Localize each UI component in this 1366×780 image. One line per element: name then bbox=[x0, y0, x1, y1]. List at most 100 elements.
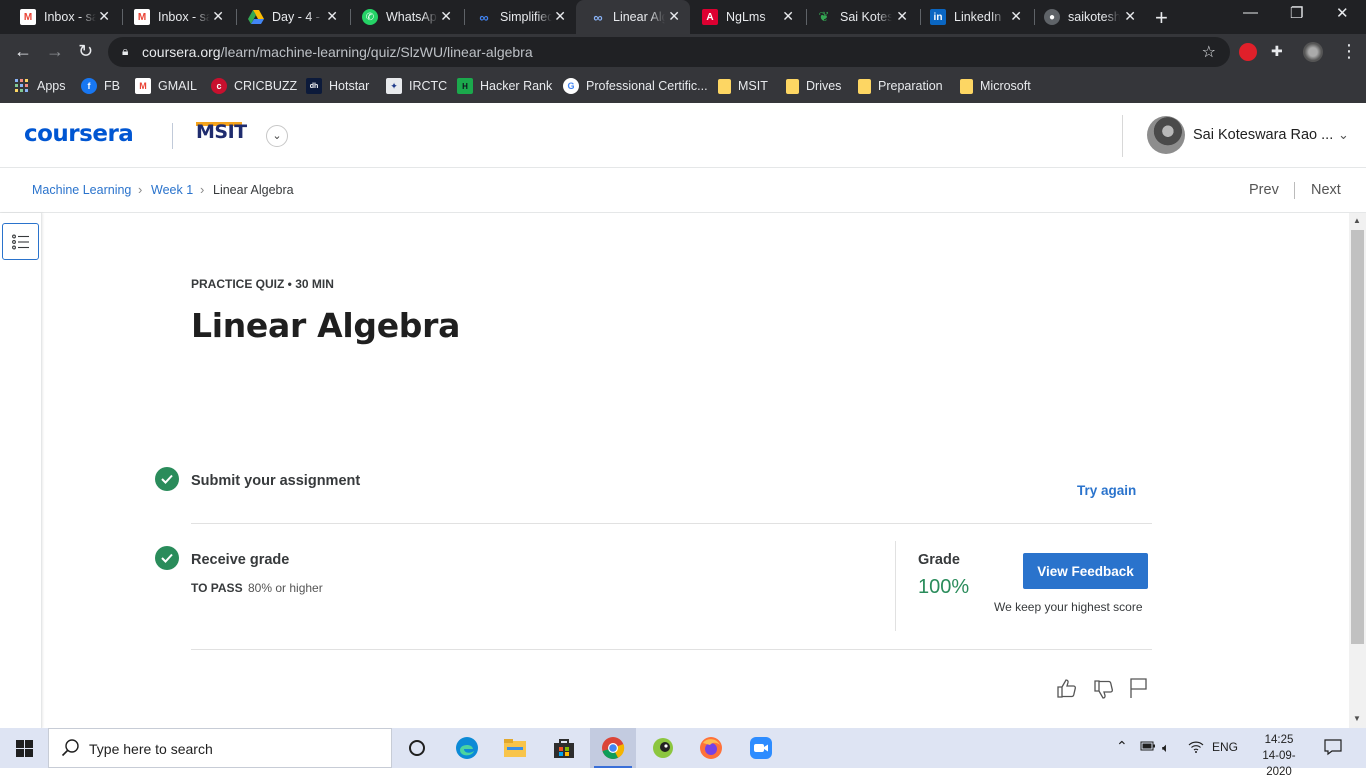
close-icon[interactable]: ✕ bbox=[896, 8, 908, 25]
scroll-down-arrow-icon[interactable]: ▼ bbox=[1353, 714, 1361, 723]
cortana-icon[interactable] bbox=[405, 736, 429, 760]
browser-tab[interactable]: A NgLms ✕ bbox=[690, 0, 804, 34]
bookmark-hackerrank[interactable]: H Hacker Rank bbox=[457, 77, 552, 95]
angular-icon: A bbox=[702, 9, 718, 25]
bookmark-star-icon[interactable]: ☆ bbox=[1202, 42, 1216, 62]
bookmark-folder-preparation[interactable]: Preparation bbox=[858, 77, 943, 95]
prev-link[interactable]: Prev bbox=[1249, 182, 1279, 198]
close-icon[interactable]: ✕ bbox=[668, 8, 680, 25]
scrollbar-thumb[interactable] bbox=[1351, 230, 1364, 644]
browser-tab[interactable]: in LinkedIn ✕ bbox=[918, 0, 1032, 34]
new-tab-button[interactable]: + bbox=[1155, 5, 1168, 31]
close-icon[interactable]: ✕ bbox=[212, 8, 224, 25]
zoom-icon[interactable] bbox=[749, 736, 773, 760]
close-icon[interactable]: ✕ bbox=[440, 8, 452, 25]
menu-icon[interactable]: ⋮ bbox=[1340, 41, 1358, 62]
browser-tab-active[interactable]: ∞ Linear Alg ✕ bbox=[576, 0, 690, 34]
bookmark-cricbuzz[interactable]: c CRICBUZZ bbox=[211, 77, 297, 95]
avatar[interactable] bbox=[1147, 116, 1185, 154]
scroll-up-arrow-icon[interactable]: ▲ bbox=[1353, 216, 1361, 225]
taskbar-clock[interactable]: 14:25 14-09-2020 bbox=[1250, 732, 1308, 780]
bookmark-label: Hotstar bbox=[329, 79, 370, 93]
browser-tab[interactable]: ❦ Sai Kotes ✕ bbox=[804, 0, 918, 34]
close-icon[interactable]: ✕ bbox=[326, 8, 338, 25]
firefox-icon[interactable] bbox=[699, 736, 723, 760]
window-close-button[interactable]: ✕ bbox=[1336, 4, 1349, 22]
browser-tab[interactable]: M Inbox - sa ✕ bbox=[114, 0, 234, 34]
bookmark-label: Preparation bbox=[878, 79, 943, 93]
bookmark-label: Apps bbox=[37, 79, 66, 93]
back-button[interactable]: ← bbox=[14, 41, 32, 62]
bookmark-professional-certificate[interactable]: G Professional Certific... bbox=[563, 77, 708, 95]
edge-icon[interactable] bbox=[455, 736, 479, 760]
chevron-down-icon[interactable]: ⌄ bbox=[1338, 127, 1349, 143]
coursera-logo[interactable]: coursera bbox=[24, 121, 134, 147]
bookmark-folder-microsoft[interactable]: Microsoft bbox=[960, 77, 1031, 95]
browser-tab[interactable]: ∞ Simplified ✕ bbox=[456, 0, 576, 34]
close-icon[interactable]: ✕ bbox=[1010, 8, 1022, 25]
address-bar[interactable]: 🔒︎ coursera.org/learn/machine-learning/q… bbox=[108, 37, 1230, 67]
flag-icon[interactable] bbox=[1129, 677, 1149, 704]
site-header: coursera MSIT ⌄ Sai Koteswara Rao ... ⌄ bbox=[0, 103, 1366, 168]
notification-icon[interactable] bbox=[1324, 738, 1342, 759]
browser-tab[interactable]: Day - 4 - ✕ bbox=[228, 0, 348, 34]
taskbar-search-input[interactable]: Type here to search bbox=[48, 728, 392, 768]
store-icon[interactable] bbox=[552, 736, 576, 760]
bookmark-folder-msit[interactable]: MSIT bbox=[718, 77, 768, 95]
profile-avatar[interactable] bbox=[1303, 42, 1323, 62]
try-again-link[interactable]: Try again bbox=[1077, 483, 1136, 498]
chevron-up-icon[interactable]: ⌃ bbox=[1116, 738, 1128, 755]
minimize-button[interactable]: — bbox=[1243, 4, 1258, 21]
app-icon[interactable] bbox=[651, 736, 675, 760]
view-feedback-button[interactable]: View Feedback bbox=[1023, 553, 1148, 589]
header-separator bbox=[1122, 115, 1123, 157]
gmail-icon: M bbox=[134, 9, 150, 25]
wifi-icon[interactable] bbox=[1188, 740, 1204, 756]
bookmark-fb[interactable]: f FB bbox=[81, 77, 120, 95]
breadcrumb-current: Linear Algebra bbox=[213, 183, 294, 197]
thumbs-down-icon[interactable] bbox=[1093, 679, 1115, 706]
puzzle-icon[interactable]: ✚ bbox=[1271, 43, 1289, 61]
close-icon[interactable]: ✕ bbox=[1124, 8, 1136, 25]
coursera-icon: ∞ bbox=[593, 9, 603, 25]
language-indicator[interactable]: ENG bbox=[1212, 740, 1238, 754]
browser-tab[interactable]: M Inbox - sa ✕ bbox=[0, 0, 120, 34]
browser-tab[interactable]: ● saikotesh ✕ bbox=[1032, 0, 1146, 34]
bookmark-apps[interactable]: Apps bbox=[14, 77, 66, 95]
file-explorer-icon[interactable] bbox=[503, 736, 527, 760]
bookmark-folder-drives[interactable]: Drives bbox=[786, 77, 841, 95]
user-name[interactable]: Sai Koteswara Rao ... bbox=[1193, 127, 1333, 143]
bookmark-irctc[interactable]: ✦ IRCTC bbox=[386, 77, 447, 95]
tab-label: LinkedIn bbox=[954, 10, 1002, 24]
close-icon[interactable]: ✕ bbox=[782, 8, 794, 25]
hotstar-icon: dh bbox=[306, 78, 322, 94]
next-link[interactable]: Next bbox=[1311, 182, 1341, 198]
bookmark-gmail[interactable]: M GMAIL bbox=[135, 77, 197, 95]
forward-button[interactable]: → bbox=[46, 41, 64, 62]
windows-start-icon[interactable] bbox=[16, 740, 33, 757]
extension-icon[interactable] bbox=[1239, 43, 1257, 61]
breadcrumb: Machine Learning › Week 1 › Linear Algeb… bbox=[0, 168, 1366, 213]
reload-button[interactable]: ↻ bbox=[78, 41, 93, 62]
close-icon[interactable]: ✕ bbox=[554, 8, 566, 25]
list-icon bbox=[11, 234, 29, 249]
course-outline-button[interactable] bbox=[2, 223, 39, 260]
breadcrumb-week[interactable]: Week 1 bbox=[151, 183, 193, 197]
volume-icon[interactable]: 🔈︎ bbox=[1162, 740, 1170, 756]
close-icon[interactable]: ✕ bbox=[98, 8, 110, 25]
restore-button[interactable]: ❐ bbox=[1290, 4, 1303, 22]
grade-divider bbox=[895, 541, 896, 631]
browser-tab[interactable]: ✆ WhatsApp ✕ bbox=[342, 0, 462, 34]
battery-icon[interactable] bbox=[1140, 740, 1156, 755]
chevron-down-icon[interactable]: ⌄ bbox=[266, 125, 288, 147]
search-placeholder: Type here to search bbox=[89, 741, 213, 757]
msit-logo[interactable]: MSIT bbox=[196, 121, 247, 143]
bookmarks-bar: Apps f FB M GMAIL c CRICBUZZ dh Hotstar ✦ IRC… bbox=[0, 70, 1366, 103]
bookmark-hotstar[interactable]: dh Hotstar bbox=[306, 77, 369, 95]
breadcrumb-course[interactable]: Machine Learning bbox=[32, 183, 131, 197]
thumbs-up-icon[interactable] bbox=[1056, 677, 1078, 704]
section-divider bbox=[191, 649, 1152, 650]
chrome-icon[interactable] bbox=[601, 736, 625, 760]
tab-label: WhatsApp bbox=[386, 10, 438, 24]
clock-time: 14:25 bbox=[1264, 734, 1294, 746]
